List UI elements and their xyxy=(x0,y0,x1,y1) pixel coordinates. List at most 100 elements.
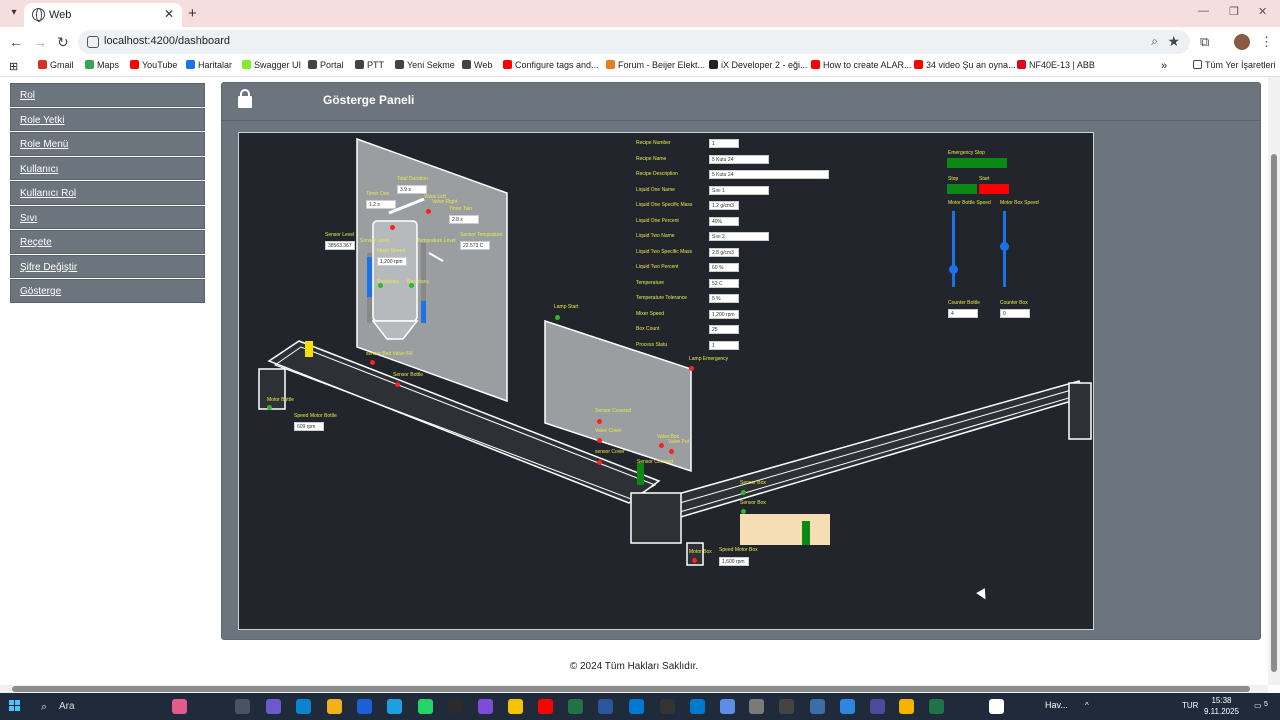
restore-button[interactable]: ❐ xyxy=(1229,5,1239,18)
taskbar-app-icon[interactable] xyxy=(899,699,914,714)
tab-close-icon[interactable]: ✕ xyxy=(164,7,174,21)
sidebar-item[interactable]: Şifre Değiştir xyxy=(10,254,205,278)
stop-button[interactable] xyxy=(947,184,977,194)
browser-tab[interactable]: Web ✕ xyxy=(24,3,182,27)
taskbar-app-icon[interactable] xyxy=(508,699,523,714)
start-button[interactable] xyxy=(9,700,21,712)
bookmark-item[interactable]: Web xyxy=(462,60,492,70)
bookmark-item[interactable]: 34 video Şu an oyna... xyxy=(914,60,1016,70)
bookmark-item[interactable]: Gmail xyxy=(38,60,74,70)
bookmark-item[interactable]: Portal xyxy=(308,60,344,70)
all-bookmarks-link[interactable]: Tüm Yer İşaretleri xyxy=(1193,60,1276,70)
taskbar-app-icon[interactable] xyxy=(929,699,944,714)
bookmark-item[interactable]: PTT xyxy=(355,60,384,70)
taskbar-app-icon[interactable] xyxy=(690,699,705,714)
notification-icon[interactable]: ▭ xyxy=(1254,701,1262,710)
start-button[interactable] xyxy=(979,184,1009,194)
sidebar-item[interactable]: Sıvı xyxy=(10,205,205,229)
sidebar-item[interactable]: Kullanıcı Rol xyxy=(10,181,205,205)
weather-widget[interactable]: Hav... xyxy=(1045,700,1068,710)
vertical-scroll-thumb[interactable] xyxy=(1271,154,1277,672)
bookmark-item[interactable]: Haritalar xyxy=(186,60,232,70)
url-text[interactable]: localhost:4200/dashboard xyxy=(104,35,230,47)
bookmark-star-icon[interactable]: ★ xyxy=(1167,33,1180,50)
apps-icon[interactable]: ⊞ xyxy=(9,60,18,73)
bookmark-item[interactable]: iX Developer 2 - eği... xyxy=(709,60,808,70)
new-tab-button[interactable]: + xyxy=(188,5,197,22)
box-junction xyxy=(630,492,682,544)
bookmark-item[interactable]: NF40E-13 | ABB xyxy=(1017,60,1095,70)
language-indicator[interactable]: TUR xyxy=(1182,701,1198,710)
taskbar-app-icon[interactable] xyxy=(327,699,342,714)
extensions-icon[interactable]: ⧉ xyxy=(1200,34,1209,50)
bookmark-item[interactable]: Maps xyxy=(85,60,119,70)
taskbar-app-icon[interactable] xyxy=(749,699,764,714)
taskbar-app-icon[interactable] xyxy=(568,699,583,714)
taskbar-app-icon[interactable] xyxy=(779,699,794,714)
emergency-stop-button[interactable] xyxy=(947,158,1007,168)
sidebar-item[interactable]: Gösterge xyxy=(10,279,205,303)
recipe-value: 5 Kutu 24 xyxy=(709,170,829,179)
taskbar-app-icon[interactable] xyxy=(870,699,885,714)
status-indicator xyxy=(378,283,383,288)
status-indicator xyxy=(741,490,746,495)
site-info-icon[interactable] xyxy=(87,36,99,48)
bookmarks-bar: ⊞ Gmail Maps YouTube Haritalar Swagger UI Por… xyxy=(0,57,1280,77)
motor-bottle-speed-slider-thumb[interactable] xyxy=(949,265,958,274)
taskbar-search[interactable]: ⌕ Ara xyxy=(32,697,222,717)
motor-box-speed-slider-thumb[interactable] xyxy=(1000,242,1009,251)
taskbar-app-icon[interactable] xyxy=(172,699,187,714)
taskbar-clock[interactable]: 15:38 9.11.2025 xyxy=(1204,695,1239,717)
bookmark-favicon-icon xyxy=(914,60,923,69)
taskbar-app-icon[interactable] xyxy=(235,699,250,714)
sidebar-item[interactable]: Role Menü xyxy=(10,132,205,156)
forward-button[interactable]: → xyxy=(33,34,47,50)
taskbar-app-icon[interactable] xyxy=(387,699,402,714)
box-item-indicator xyxy=(802,521,810,545)
taskbar-app-icon[interactable] xyxy=(418,699,433,714)
taskbar-app-icon[interactable] xyxy=(357,699,372,714)
sidebar-item[interactable]: Kullanıcı xyxy=(10,156,205,180)
motor-box-speed-slider[interactable] xyxy=(1000,211,1009,287)
sidebar-item[interactable]: Rol xyxy=(10,83,205,107)
profile-avatar[interactable] xyxy=(1234,34,1250,50)
status-indicator xyxy=(555,315,560,320)
menu-icon[interactable]: ⋮ xyxy=(1260,34,1273,50)
bookmark-item[interactable]: Swagger UI xyxy=(242,60,301,70)
motor-bottle-speed-slider[interactable] xyxy=(949,211,958,287)
bookmark-item[interactable]: Forum - Beijer Elekt... xyxy=(606,60,705,70)
bookmark-item[interactable]: YouTube xyxy=(130,60,177,70)
taskbar-app-icon[interactable] xyxy=(538,699,553,714)
bookmark-item[interactable]: How to create ALAR... xyxy=(811,60,912,70)
sidebar-item[interactable]: Reçete xyxy=(10,230,205,254)
taskbar-app-icon[interactable] xyxy=(296,699,311,714)
horizontal-scrollbar[interactable] xyxy=(0,685,1268,693)
valve-right-label: Valve Right xyxy=(432,199,458,205)
taskbar-app-icon[interactable] xyxy=(840,699,855,714)
tab-search-button[interactable]: ▾ xyxy=(6,5,22,21)
back-button[interactable]: ← xyxy=(9,34,23,50)
horizontal-scroll-thumb[interactable] xyxy=(12,686,1250,692)
taskbar-app-icon[interactable] xyxy=(660,699,675,714)
taskbar-app-icon[interactable] xyxy=(448,699,463,714)
taskbar-app-icon[interactable] xyxy=(989,699,1004,714)
bookmarks-overflow-icon[interactable]: » xyxy=(1161,60,1167,72)
taskbar-app-icon[interactable] xyxy=(266,699,281,714)
taskbar-app-icon[interactable] xyxy=(598,699,613,714)
bookmark-item[interactable]: Configure tags and... xyxy=(503,60,599,70)
bookmark-item[interactable]: Yeni Sekme xyxy=(395,60,455,70)
taskbar-app-icon[interactable] xyxy=(478,699,493,714)
vertical-scrollbar[interactable] xyxy=(1268,77,1280,685)
zoom-icon[interactable]: ⌕ xyxy=(1151,34,1158,49)
taskbar-app-icon[interactable] xyxy=(629,699,644,714)
recipe-value: 25 xyxy=(709,325,739,334)
address-bar[interactable]: localhost:4200/dashboard ⌕ ★ xyxy=(78,30,1190,54)
lamp-start-label: Lamp Start xyxy=(554,304,579,310)
taskbar-app-icon[interactable] xyxy=(810,699,825,714)
close-window-button[interactable]: ✕ xyxy=(1258,5,1267,18)
tray-overflow-icon[interactable]: ^ xyxy=(1085,701,1089,710)
minimize-button[interactable]: — xyxy=(1198,5,1209,17)
reload-button[interactable]: ↻ xyxy=(57,34,69,51)
sidebar-item[interactable]: Role Yetki xyxy=(10,107,205,131)
taskbar-app-icon[interactable] xyxy=(720,699,735,714)
